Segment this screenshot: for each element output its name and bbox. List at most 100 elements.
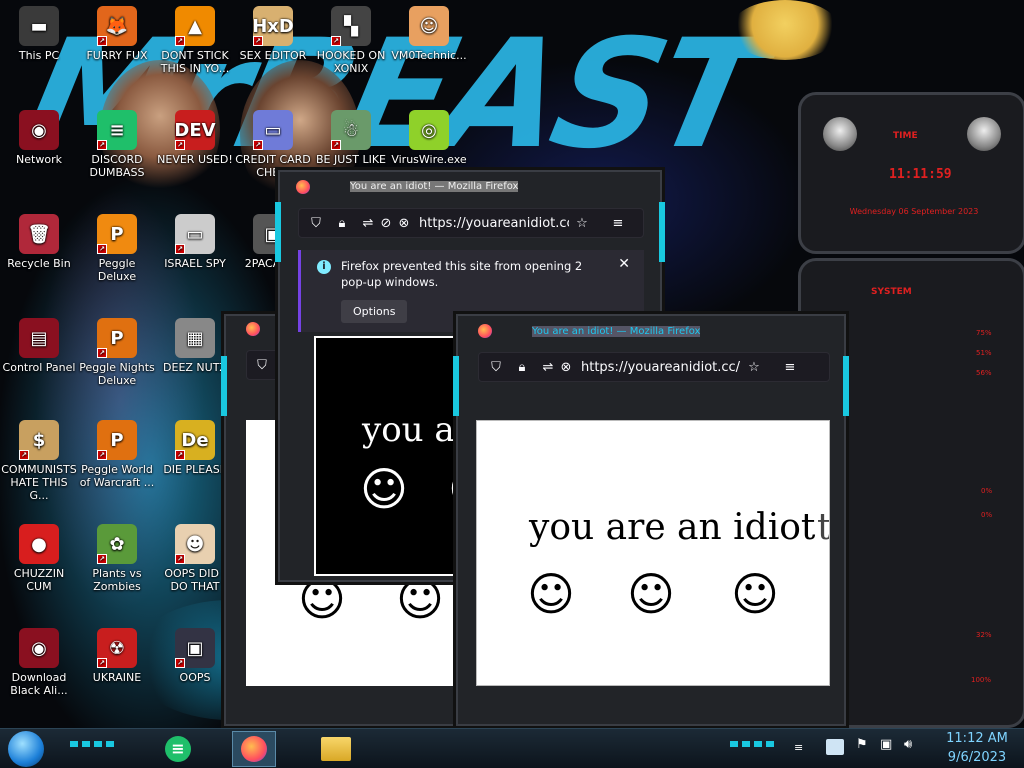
- desktop-app-icon: P ↗: [97, 420, 137, 460]
- blocked-popup-icon[interactable]: ⊘: [377, 216, 395, 231]
- widget-system-label: SYSTEM: [871, 287, 912, 297]
- lock-icon: 🔒︎: [518, 359, 526, 375]
- desktop-icon[interactable]: ◉ Network: [0, 110, 78, 166]
- desktop-icon[interactable]: ✿ ↗ Plants vs Zombies: [78, 524, 156, 593]
- desktop-icon[interactable]: ☻ ↗ OOPS DID I DO THAT: [156, 524, 234, 593]
- menu-icon[interactable]: ≡: [609, 216, 627, 231]
- shield-icon[interactable]: ⛉: [487, 360, 505, 375]
- shield-icon[interactable]: ⛉: [253, 358, 271, 373]
- desktop-icon[interactable]: ▬ This PC: [0, 6, 78, 62]
- options-button[interactable]: Options: [341, 300, 408, 323]
- close-notification-icon[interactable]: ✕: [618, 256, 630, 272]
- desktop-app-icon: ≡ ↗: [97, 110, 137, 150]
- desktop-icon-label: SEX EDITOR: [239, 49, 307, 62]
- taskbar: ≡ ≡ ⚑ ▣ 🔊︎ 11:12 AM 9/6/2023: [0, 728, 1024, 768]
- desktop-icon[interactable]: HxD ↗ SEX EDITOR: [234, 6, 312, 62]
- desktop-icon[interactable]: 🗑 Recycle Bin: [0, 214, 78, 270]
- desktop-icon-label: HOOKED ON XONIX: [316, 49, 386, 75]
- desktop-icon-label: BE JUST LIKE: [315, 153, 387, 166]
- desktop-icon[interactable]: 🦊 ↗ FURRY FUX: [78, 6, 156, 62]
- permissions-icon[interactable]: ⇌: [539, 360, 557, 375]
- desktop-icon[interactable]: ◎ VirusWire.exe: [390, 110, 468, 166]
- desktop-icon[interactable]: $ ↗ COMMUNISTS HATE THIS G...: [0, 420, 78, 502]
- widget-time-label: TIME: [893, 131, 918, 141]
- taskbar-explorer-button[interactable]: [318, 733, 354, 765]
- shortcut-arrow-icon: ↗: [97, 348, 107, 358]
- shortcut-arrow-icon: ↗: [175, 554, 185, 564]
- desktop-icon[interactable]: De ↗ DIE PLEASE: [156, 420, 234, 476]
- action-center-flag-icon[interactable]: ⚑: [856, 737, 868, 752]
- page-headline: you are an idiot: [529, 507, 816, 548]
- url-text[interactable]: https://youareanidiot.cc: [419, 216, 569, 231]
- autoplay-blocked-icon[interactable]: ⊗: [557, 360, 575, 375]
- window-frame-accent: [221, 356, 227, 416]
- url-text[interactable]: https://youareanidiot.cc/lol.: [581, 360, 741, 375]
- desktop-icon[interactable]: DEV ↗ NEVER USED!: [156, 110, 234, 166]
- desktop-app-icon: ▭ ↗: [253, 110, 293, 150]
- desktop-app-icon: ▲ ↗: [175, 6, 215, 46]
- discord-app-icon: ≡: [165, 736, 191, 762]
- shortcut-arrow-icon: ↗: [19, 450, 29, 460]
- widget-readout: 56%: [976, 369, 992, 377]
- taskbar-firefox-button[interactable]: [232, 731, 276, 767]
- desktop-icon[interactable]: ☢ ↗ UKRAINE: [78, 628, 156, 684]
- desktop-app-icon: ▤: [19, 318, 59, 358]
- desktop-app-icon: ◉: [19, 110, 59, 150]
- folder-icon: [321, 737, 351, 761]
- desktop-icon[interactable]: ● CHUZZIN CUM: [0, 524, 78, 593]
- permissions-icon[interactable]: ⇌: [359, 216, 377, 231]
- shortcut-arrow-icon: ↗: [253, 140, 263, 150]
- widget-readout: 0%: [981, 511, 993, 519]
- clock[interactable]: 11:12 AM 9/6/2023: [934, 729, 1020, 767]
- desktop-icon[interactable]: P ↗ Peggle World of Warcraft ...: [78, 420, 156, 489]
- window-frame-accent: [659, 202, 665, 262]
- lock-icon: 🔒︎: [338, 215, 346, 231]
- desktop-icon[interactable]: ☺ VM0Technic...: [390, 6, 468, 62]
- desktop-icon[interactable]: ◉ Download Black Ali...: [0, 628, 78, 697]
- taskbar-discord-button[interactable]: ≡: [162, 733, 194, 765]
- desktop-icon[interactable]: ▭ ↗ ISRAEL SPY: [156, 214, 234, 270]
- firefox-icon: [296, 180, 310, 194]
- nav-toolbar: ⛉ 🔒︎ ⇌ ⊘ ⊗ https://youareanidiot.cc ☆ ≡: [298, 208, 644, 238]
- shortcut-arrow-icon: ↗: [97, 554, 107, 564]
- desktop-app-icon: ▬: [19, 6, 59, 46]
- clock-time: 11:12 AM: [946, 731, 1008, 746]
- tray-icon[interactable]: [826, 739, 844, 755]
- desktop-app-icon: 🗑: [19, 214, 59, 254]
- desktop-icon[interactable]: ▚ ↗ HOOKED ON XONIX: [312, 6, 390, 75]
- desktop-icon-label: COMMUNISTS HATE THIS G...: [1, 463, 77, 502]
- desktop-app-icon: ▭ ↗: [175, 214, 215, 254]
- desktop-icon[interactable]: ≡ ↗ DISCORD DUMBASS: [78, 110, 156, 179]
- menu-icon[interactable]: ≡: [781, 360, 799, 375]
- shield-icon[interactable]: ⛉: [307, 216, 325, 231]
- shortcut-arrow-icon: ↗: [331, 140, 341, 150]
- desktop-icon-label: NEVER USED!: [157, 153, 233, 166]
- desktop-icon[interactable]: P ↗ Peggle Deluxe: [78, 214, 156, 283]
- bookmark-star-icon[interactable]: ☆: [573, 216, 591, 231]
- start-button[interactable]: [8, 731, 44, 767]
- desktop-icon-label: DISCORD DUMBASS: [89, 153, 145, 179]
- alien-head-icon: [823, 117, 857, 151]
- shortcut-arrow-icon: ↗: [175, 244, 185, 254]
- desktop-app-icon: ▦: [175, 318, 215, 358]
- desktop-icon[interactable]: ▤ Control Panel: [0, 318, 78, 374]
- desktop-icon[interactable]: ☃ ↗ BE JUST LIKE: [312, 110, 390, 166]
- autoplay-blocked-icon[interactable]: ⊗: [395, 216, 413, 231]
- widget-readout: 32%: [976, 631, 992, 639]
- desktop-app-icon: DEV ↗: [174, 110, 216, 150]
- firefox-window-front[interactable]: You are an idiot! — Mozilla Firefox ⛉ 🔒︎…: [453, 314, 849, 726]
- widget-readout: 0%: [981, 487, 993, 495]
- desktop-icon[interactable]: ▣ ↗ OOPS: [156, 628, 234, 684]
- info-icon: i: [317, 260, 331, 274]
- firefox-icon: [478, 324, 492, 338]
- volume-icon[interactable]: 🔊︎: [904, 737, 912, 752]
- show-hidden-icons[interactable]: ≡: [794, 741, 803, 754]
- smiley-icon: ☺: [298, 572, 346, 626]
- desktop-icon[interactable]: P ↗ Peggle Nights Deluxe: [78, 318, 156, 387]
- bookmark-star-icon[interactable]: ☆: [745, 360, 763, 375]
- desktop-icon-label: VirusWire.exe: [391, 153, 467, 166]
- desktop-icon[interactable]: ▲ ↗ DONT STICK THIS IN YO...: [156, 6, 234, 75]
- network-icon[interactable]: ▣: [880, 737, 892, 752]
- window-frame-accent: [453, 356, 459, 416]
- desktop-icon[interactable]: ▭ ↗ CREDIT CARD CHE...: [234, 110, 312, 179]
